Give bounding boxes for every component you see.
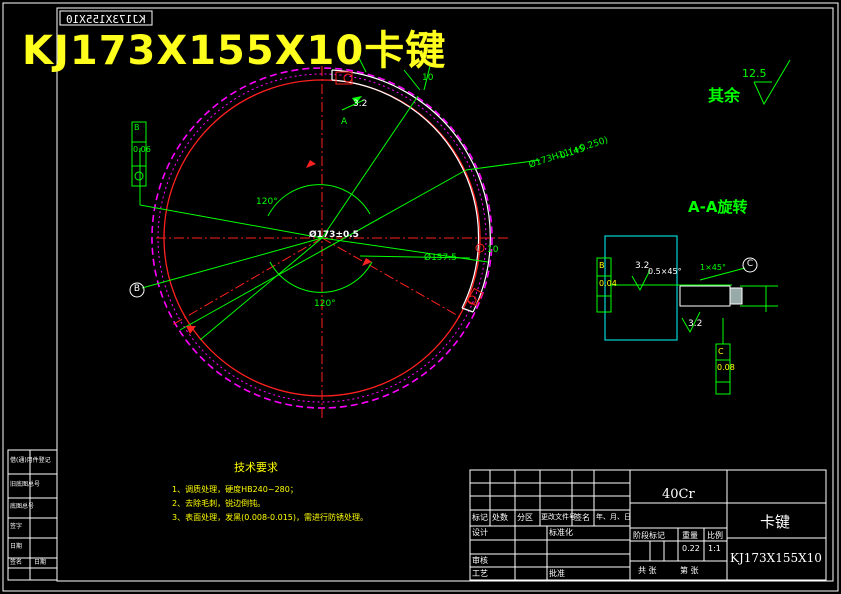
tech-req-heading: 技术要求 bbox=[234, 461, 278, 474]
signature-label: 签名 bbox=[574, 513, 590, 522]
process-label: 工艺 bbox=[472, 569, 488, 578]
section-mark-top: A bbox=[341, 117, 348, 127]
flatness-datum: B bbox=[599, 261, 605, 270]
left-strip-3: 底图总号 bbox=[10, 503, 35, 510]
drawing-number: KJ173X155X10 bbox=[730, 551, 822, 565]
tech-req-item-2: 2、去除毛刺，锐边倒钝。 bbox=[172, 499, 266, 508]
stage-mark-label: 阶段标记 bbox=[633, 531, 665, 540]
review-label: 审核 bbox=[472, 556, 488, 565]
width-label: 10 bbox=[487, 245, 499, 255]
date-label: 年、月、日 bbox=[596, 513, 631, 521]
roughness-label: 其余 bbox=[708, 86, 741, 105]
sheet-label: 第 张 bbox=[680, 566, 699, 575]
section-label: A-A旋转 bbox=[688, 198, 748, 216]
small-dim-top: 3.2 bbox=[353, 99, 368, 109]
change-doc-label: 更改文件号 bbox=[541, 513, 576, 521]
drawing-title: KJ173X155X10卡键 bbox=[22, 28, 447, 74]
tech-req-item-1: 1、调质处理，硬度HB240~280； bbox=[172, 485, 298, 494]
left-strip-5: 日期 bbox=[10, 543, 23, 550]
datum-b-letter: B bbox=[133, 284, 141, 294]
mirrored-code: KJ173X155X10 bbox=[66, 13, 146, 26]
angle-label-bottom: 120° bbox=[314, 299, 336, 309]
left-strip-4: 签字 bbox=[10, 523, 23, 530]
circularity-value: 0.06 bbox=[133, 145, 151, 154]
left-strip-2: 旧底图总号 bbox=[10, 481, 41, 488]
circularity-datum: B bbox=[134, 123, 140, 132]
flatness-value: 0.04 bbox=[599, 279, 617, 288]
scale-value: 1:1 bbox=[708, 544, 721, 553]
total-sheets-label: 共 张 bbox=[638, 566, 657, 575]
datum-c-letter: C bbox=[746, 259, 754, 269]
design-label: 设计 bbox=[472, 528, 488, 537]
weight-label: 重量 bbox=[682, 531, 698, 540]
left-strip-6: 签名 bbox=[10, 559, 23, 566]
mark-label: 标记 bbox=[472, 513, 488, 522]
outer-dia-label: Ø173±0.5 bbox=[309, 230, 359, 240]
standardize-label: 标准化 bbox=[549, 528, 573, 537]
thickness-label: 10 bbox=[422, 73, 434, 83]
section-profile bbox=[679, 285, 731, 307]
parallel-value: 0.08 bbox=[717, 363, 735, 372]
roughness-value: 12.5 bbox=[742, 67, 767, 80]
scale-label: 比例 bbox=[707, 531, 723, 540]
section-hatch bbox=[729, 287, 743, 305]
approve-label: 批准 bbox=[549, 569, 565, 578]
part-name: 卡键 bbox=[760, 513, 791, 531]
count-label: 处数 bbox=[492, 513, 508, 522]
bevel-label: 1×45° bbox=[700, 263, 726, 272]
left-strip-1: 借(通)用件登记 bbox=[10, 457, 51, 464]
hole-dia-label: Ø157.5 bbox=[424, 253, 457, 263]
material-label: 40Cr bbox=[662, 487, 695, 502]
left-strip-7: 日期 bbox=[34, 559, 47, 566]
zone-label: 分区 bbox=[517, 513, 533, 522]
tech-req-item-3: 3、表面处理，发黑(0.008-0.015)，需进行防锈处理。 bbox=[172, 513, 369, 522]
section-dim-b: 3.2 bbox=[688, 319, 703, 329]
weight-value: 0.22 bbox=[682, 544, 700, 553]
chamfer-label: 0.5×45° bbox=[648, 267, 682, 276]
angle-label-left: 120° bbox=[256, 197, 278, 207]
parallel-datum: C bbox=[718, 347, 724, 356]
